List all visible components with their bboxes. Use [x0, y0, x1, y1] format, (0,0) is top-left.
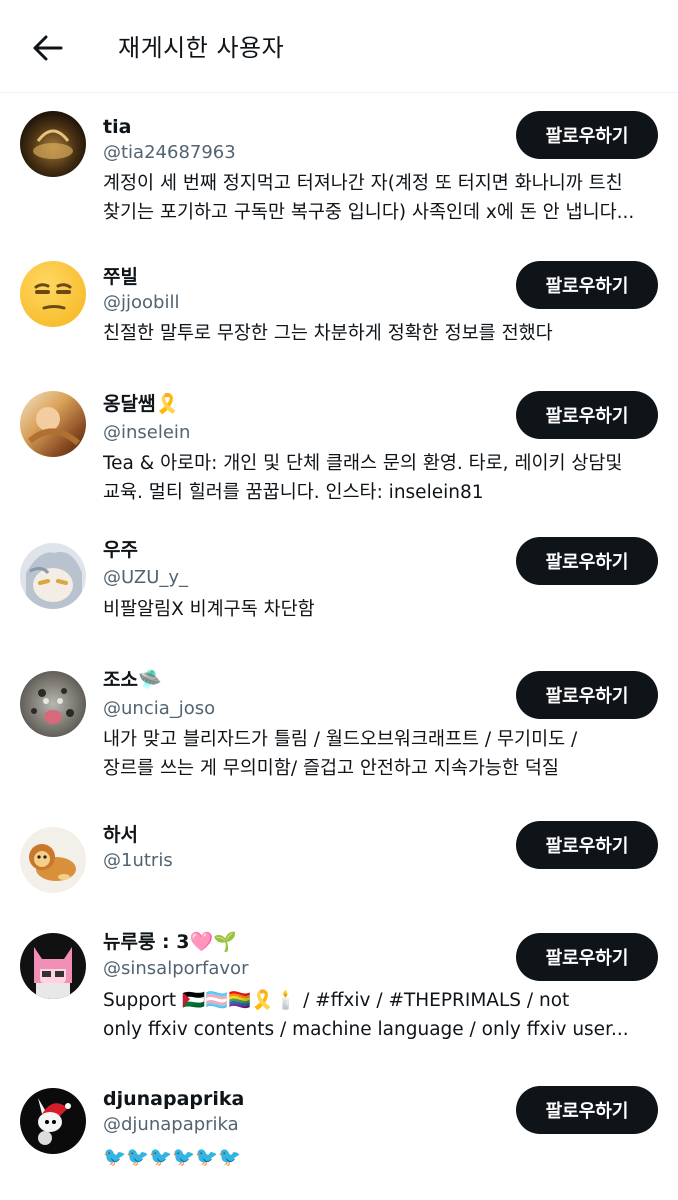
bird-icons: 🐦🐦🐦🐦🐦🐦	[103, 1147, 242, 1168]
follow-button[interactable]: 팔로우하기	[516, 821, 658, 869]
user-name: 쭈빌	[103, 266, 138, 288]
user-handle: @1utris	[103, 850, 173, 871]
bio-line: 장르를 쓰는 게 무의미함/ 즐겁고 안전하고 지속가능한 덕질	[103, 758, 559, 779]
list-item[interactable]: djunapaprika @djunapaprika 팔로우하기 🐦🐦🐦🐦🐦🐦	[0, 1068, 678, 1200]
bio-line: 친절한 말투로 무장한 그는 차분하게 정확한 정보를 전했다	[103, 323, 553, 344]
back-button[interactable]	[28, 30, 68, 66]
follow-button[interactable]: 팔로우하기	[516, 261, 658, 309]
list-item[interactable]: 쭈빌 @jjoobill 팔로우하기 친절한 말투로 무장한 그는 차분하게 정…	[0, 253, 678, 373]
avatar[interactable]	[20, 543, 86, 609]
bio-line: 찾기는 포기하고 구독만 복구중 입니다) 사족인데 x에 돈 안 냅니다...	[103, 202, 635, 223]
avatar[interactable]	[20, 1088, 86, 1154]
list-item[interactable]: 우주 @UZU_y_ 팔로우하기 비팔알림X 비계구독 차단함	[0, 523, 678, 653]
bio-line: Support 🇵🇸🏳️‍⚧️🏳️‍🌈🎗️🕯️ / #ffxiv / #THEP…	[103, 990, 570, 1011]
bio-line: 교육. 멀티 힐러를 꿈꿉니다. 인스타: inselein81	[103, 482, 484, 503]
user-handle: @UZU_y_	[103, 567, 189, 588]
bio-line: Tea & 아로마: 개인 및 단체 클래스 문의 환영. 타로, 레이키 상담…	[103, 453, 623, 474]
list-item[interactable]: 하서 @1utris 팔로우하기	[0, 803, 678, 913]
avatar[interactable]	[20, 111, 86, 177]
bio-line: 내가 맞고 블리자드가 틀림 / 월드오브워크래프트 / 무기미도 /	[103, 729, 578, 750]
follow-button[interactable]: 팔로우하기	[516, 111, 658, 159]
user-name: 뉴루룽 : 3🩷🌱	[103, 931, 237, 953]
user-handle: @sinsalporfavor	[103, 958, 249, 979]
user-bio: Tea & 아로마: 개인 및 단체 클래스 문의 환영. 타로, 레이키 상담…	[103, 449, 659, 507]
user-bio: Support 🇵🇸🏳️‍⚧️🏳️‍🌈🎗️🕯️ / #ffxiv / #THEP…	[103, 986, 659, 1044]
user-bio: 내가 맞고 블리자드가 틀림 / 월드오브워크래프트 / 무기미도 / 장르를 …	[103, 725, 659, 783]
user-bio: 🐦🐦🐦🐦🐦🐦	[103, 1143, 659, 1172]
bio-line: 비팔알림X 비계구독 차단함	[103, 599, 315, 620]
user-bio: 계정이 세 번째 정지먹고 터져나간 자(계정 또 터지면 화나니까 트친 찾기…	[103, 169, 659, 227]
user-handle: @djunapaprika	[103, 1114, 239, 1135]
arrow-left-icon	[33, 35, 63, 61]
avatar[interactable]	[20, 261, 86, 327]
bio-line: 계정이 세 번째 정지먹고 터져나간 자(계정 또 터지면 화나니까 트친	[103, 173, 623, 194]
user-name: 우주	[103, 539, 138, 561]
list-item[interactable]: 조소🛸 @uncia_joso 팔로우하기 내가 맞고 블리자드가 틀림 / 월…	[0, 653, 678, 803]
list-item[interactable]: tia @tia24687963 팔로우하기 계정이 세 번째 정지먹고 터져나…	[0, 93, 678, 253]
user-handle: @tia24687963	[103, 142, 236, 163]
follow-button[interactable]: 팔로우하기	[516, 1086, 658, 1134]
user-name: 옹달쌤🎗️	[103, 393, 180, 415]
user-bio: 비팔알림X 비계구독 차단함	[103, 595, 659, 624]
avatar[interactable]	[20, 933, 86, 999]
user-name: 하서	[103, 824, 138, 846]
avatar[interactable]	[20, 391, 86, 457]
user-name: tia	[103, 116, 132, 138]
bio-line: only ffxiv contents / machine language /…	[103, 1019, 629, 1040]
user-name: 조소🛸	[103, 669, 162, 691]
user-name: djunapaprika	[103, 1088, 245, 1110]
user-handle: @jjoobill	[103, 292, 180, 313]
follow-button[interactable]: 팔로우하기	[516, 933, 658, 981]
follow-button[interactable]: 팔로우하기	[516, 671, 658, 719]
follow-button[interactable]: 팔로우하기	[516, 537, 658, 585]
header: 재게시한 사용자	[0, 0, 678, 93]
list-item[interactable]: 옹달쌤🎗️ @inselein 팔로우하기 Tea & 아로마: 개인 및 단체…	[0, 373, 678, 523]
user-bio: 친절한 말투로 무장한 그는 차분하게 정확한 정보를 전했다	[103, 319, 659, 348]
page-title: 재게시한 사용자	[118, 34, 285, 62]
avatar[interactable]	[20, 671, 86, 737]
user-handle: @inselein	[103, 422, 191, 443]
follow-button[interactable]: 팔로우하기	[516, 391, 658, 439]
user-handle: @uncia_joso	[103, 698, 216, 719]
list-item[interactable]: 뉴루룽 : 3🩷🌱 @sinsalporfavor 팔로우하기 Support …	[0, 913, 678, 1068]
avatar[interactable]	[20, 827, 86, 893]
